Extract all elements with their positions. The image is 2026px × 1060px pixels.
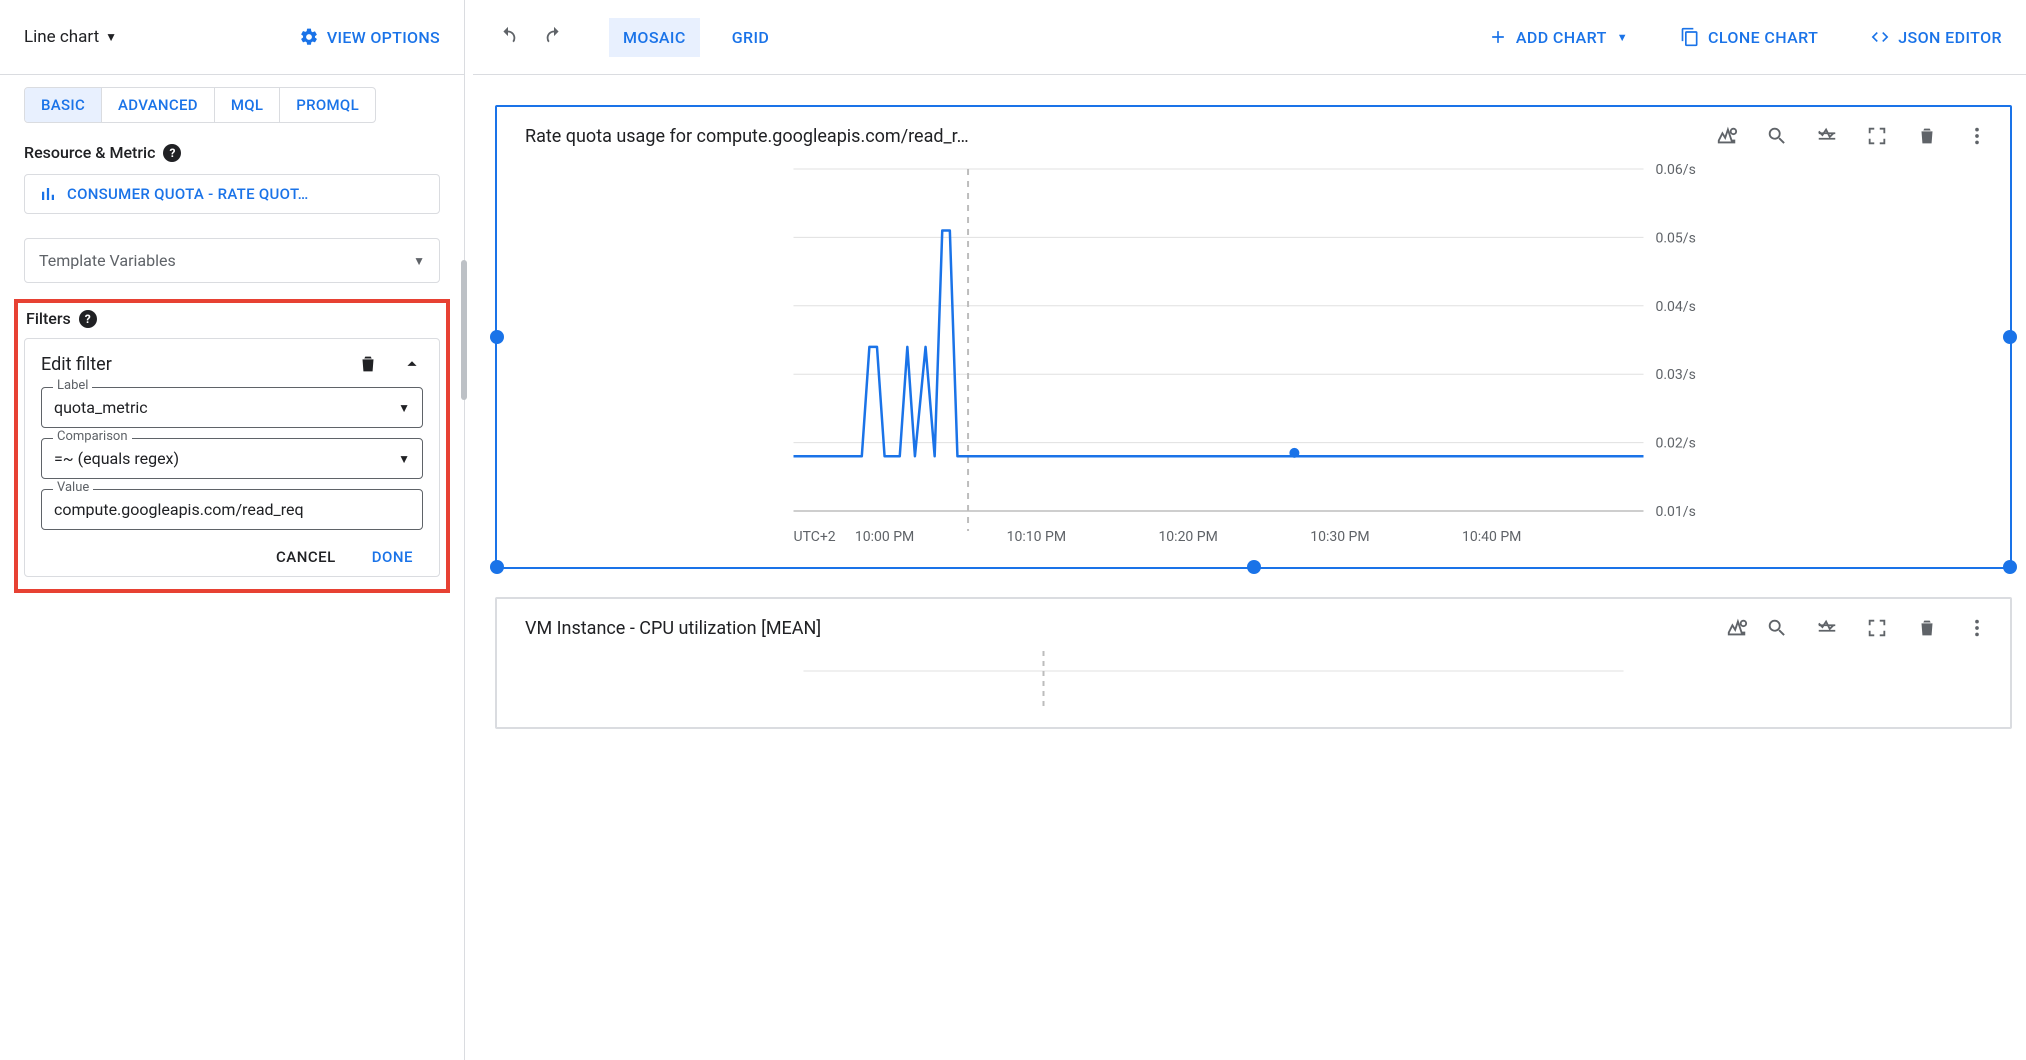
help-icon[interactable]: ? xyxy=(79,310,97,328)
template-variables-dropdown[interactable]: Template Variables ▼ xyxy=(24,238,440,283)
view-options-button[interactable]: VIEW OPTIONS xyxy=(299,27,440,47)
template-variables-placeholder: Template Variables xyxy=(39,251,176,270)
legend-icon[interactable] xyxy=(1816,617,1838,639)
tab-advanced[interactable]: ADVANCED xyxy=(102,88,215,122)
filters-label: Filters xyxy=(26,309,71,328)
editor-tabs: BASIC ADVANCED MQL PROMQL xyxy=(0,75,464,131)
trash-icon[interactable] xyxy=(357,353,379,375)
code-icon xyxy=(1870,27,1890,47)
svg-text:0.03/s: 0.03/s xyxy=(1656,367,1696,383)
svg-text:0.04/s: 0.04/s xyxy=(1656,299,1696,315)
chevron-down-icon: ▼ xyxy=(413,254,425,268)
field-floating-label: Value xyxy=(53,480,93,495)
chart-card-secondary[interactable]: VM Instance - CPU utilization [MEAN] xyxy=(495,597,2012,729)
filter-comparison-field[interactable]: Comparison =~ (equals regex)▼ xyxy=(41,438,423,479)
svg-text:0.01/s: 0.01/s xyxy=(1656,504,1696,520)
add-chart-button[interactable]: ADD CHART ▼ xyxy=(1488,27,1628,47)
chevron-down-icon: ▼ xyxy=(105,30,117,44)
svg-text:10:40 PM: 10:40 PM xyxy=(1462,529,1521,545)
filter-value-value: compute.googleapis.com/read_req xyxy=(54,500,304,519)
right-panel: MOSAIC GRID ADD CHART ▼ CLONE CHART JSON… xyxy=(473,0,2026,1060)
metric-chip[interactable]: CONSUMER QUOTA - RATE QUOT… xyxy=(24,174,440,214)
line-chart-svg: 0.06/s 0.05/s 0.04/s 0.03/s 0.02/s 0.01/s UTC+… xyxy=(525,159,1982,551)
left-header: Line chart ▼ VIEW OPTIONS xyxy=(0,0,464,75)
filter-card: Edit filter Label quota_metric ▼ Comparis… xyxy=(24,338,440,577)
fullscreen-icon[interactable] xyxy=(1866,617,1888,639)
tab-mql[interactable]: MQL xyxy=(215,88,280,122)
anomaly-icon[interactable] xyxy=(1726,617,1748,639)
filters-section: Filters? Edit filter Label quota_metric ▼… xyxy=(14,299,450,593)
tab-basic[interactable]: BASIC xyxy=(25,88,102,122)
trash-icon[interactable] xyxy=(1916,125,1938,147)
redo-icon[interactable] xyxy=(543,26,565,48)
right-header: MOSAIC GRID ADD CHART ▼ CLONE CHART JSON… xyxy=(473,0,2026,75)
clone-chart-button[interactable]: CLONE CHART xyxy=(1680,27,1818,47)
more-vert-icon[interactable] xyxy=(1966,617,1988,639)
chevron-up-icon[interactable] xyxy=(401,353,423,375)
field-floating-label: Label xyxy=(53,378,92,393)
trash-icon[interactable] xyxy=(1916,617,1938,639)
svg-text:0.05/s: 0.05/s xyxy=(1656,230,1696,246)
copy-icon xyxy=(1680,27,1700,47)
bar-chart-icon xyxy=(39,185,57,203)
plus-icon xyxy=(1488,27,1508,47)
chart-type-label: Line chart xyxy=(24,27,99,47)
svg-text:10:30 PM: 10:30 PM xyxy=(1310,529,1369,545)
panel-resize-handle[interactable] xyxy=(465,0,473,1060)
chart-title: Rate quota usage for compute.googleapis.… xyxy=(525,126,1698,147)
chevron-down-icon: ▼ xyxy=(1617,31,1628,44)
legend-icon[interactable] xyxy=(1816,125,1838,147)
gear-icon xyxy=(299,27,319,47)
add-chart-label: ADD CHART xyxy=(1516,28,1607,47)
line-chart-svg xyxy=(525,651,1982,711)
chart-type-selector[interactable]: Line chart ▼ xyxy=(24,27,117,47)
svg-text:10:20 PM: 10:20 PM xyxy=(1158,529,1217,545)
cancel-button[interactable]: CANCEL xyxy=(276,548,336,566)
resource-metric-label: Resource & Metric xyxy=(24,143,155,162)
help-icon[interactable]: ? xyxy=(163,144,181,162)
chevron-down-icon: ▼ xyxy=(398,452,410,466)
left-panel: Line chart ▼ VIEW OPTIONS BASIC ADVANCED… xyxy=(0,0,465,1060)
resource-metric-section: Resource & Metric? CONSUMER QUOTA - RATE… xyxy=(0,131,464,226)
anomaly-icon[interactable] xyxy=(1716,125,1738,147)
layout-tab-mosaic[interactable]: MOSAIC xyxy=(609,18,700,57)
svg-text:0.06/s: 0.06/s xyxy=(1656,162,1696,178)
chart-card-primary[interactable]: Rate quota usage for compute.googleapis.… xyxy=(495,105,2012,569)
view-options-label: VIEW OPTIONS xyxy=(327,28,440,47)
json-editor-label: JSON EDITOR xyxy=(1898,28,2002,47)
filter-label-field[interactable]: Label quota_metric▼ xyxy=(41,387,423,428)
filter-value-field[interactable]: Value compute.googleapis.com/read_req xyxy=(41,489,423,530)
more-vert-icon[interactable] xyxy=(1966,125,1988,147)
zoom-icon[interactable] xyxy=(1766,617,1788,639)
chart-plot: 0.06/s 0.05/s 0.04/s 0.03/s 0.02/s 0.01/s UTC+… xyxy=(497,159,2010,567)
filter-comparison-value: =~ (equals regex) xyxy=(54,449,179,468)
fullscreen-icon[interactable] xyxy=(1866,125,1888,147)
clone-chart-label: CLONE CHART xyxy=(1708,28,1818,47)
chart-title: VM Instance - CPU utilization [MEAN] xyxy=(525,618,1700,639)
filter-card-title: Edit filter xyxy=(41,354,112,375)
filter-label-value: quota_metric xyxy=(54,398,148,417)
zoom-icon[interactable] xyxy=(1766,125,1788,147)
svg-text:10:00 PM: 10:00 PM xyxy=(855,529,914,545)
metric-chip-label: CONSUMER QUOTA - RATE QUOT… xyxy=(67,185,309,203)
done-button[interactable]: DONE xyxy=(372,548,413,566)
layout-tab-grid[interactable]: GRID xyxy=(718,18,784,57)
svg-text:10:10 PM: 10:10 PM xyxy=(1007,529,1066,545)
charts-area: Rate quota usage for compute.googleapis.… xyxy=(473,75,2026,1060)
tab-promql[interactable]: PROMQL xyxy=(280,88,375,122)
template-variables-section: Template Variables ▼ xyxy=(0,226,464,295)
json-editor-button[interactable]: JSON EDITOR xyxy=(1870,27,2002,47)
undo-icon[interactable] xyxy=(497,26,519,48)
svg-text:0.02/s: 0.02/s xyxy=(1656,436,1696,452)
chevron-down-icon: ▼ xyxy=(398,401,410,415)
svg-text:UTC+2: UTC+2 xyxy=(794,529,836,545)
field-floating-label: Comparison xyxy=(53,429,132,444)
